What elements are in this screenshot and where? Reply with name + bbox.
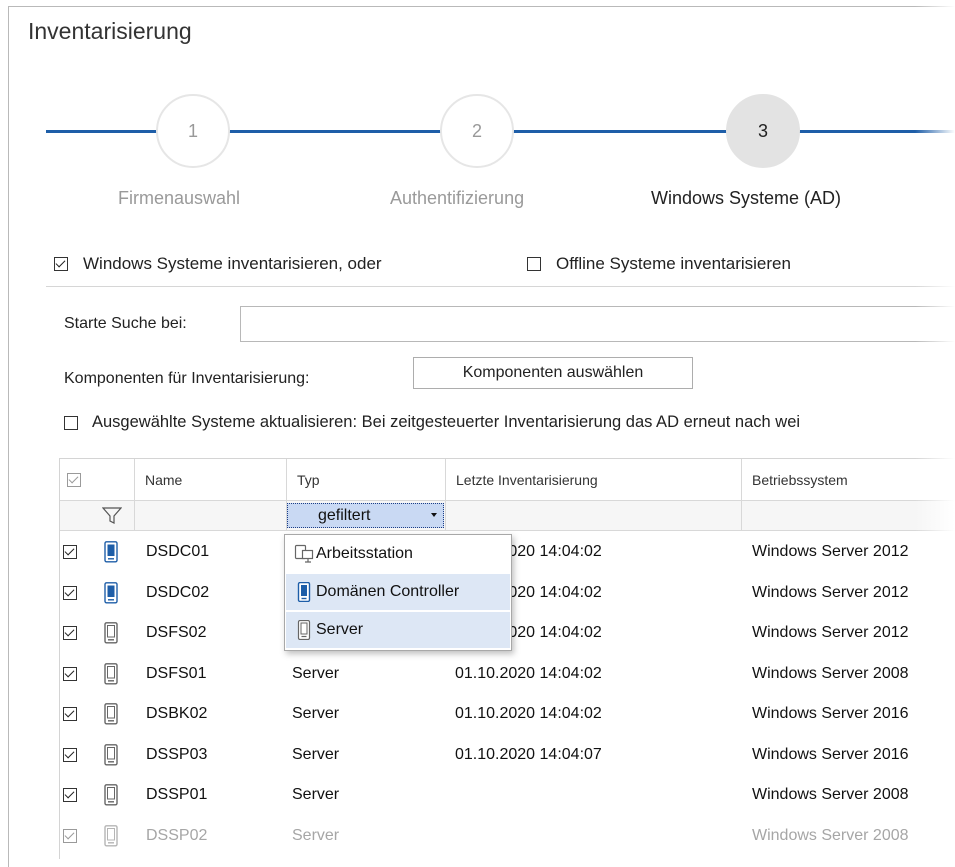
row-type: Server	[292, 786, 340, 804]
row-checkbox[interactable]	[63, 626, 77, 640]
filter-row-toggle[interactable]	[60, 501, 135, 531]
table-row[interactable]: DSBK02 Server 01.10.2020 14:04:02 Windows S…	[0, 694, 955, 735]
step-2-circle[interactable]: 2	[440, 94, 514, 168]
step-2-label: Authentifizierung	[390, 188, 525, 208]
select-components-button[interactable]: Komponenten auswählen	[413, 357, 693, 389]
menu-item-workstation[interactable]: Arbeitsstation	[286, 536, 510, 572]
row-name: DSSP02	[146, 827, 208, 845]
table-row[interactable]: DSSP03 Server 01.10.2020 14:04:07 Windows S…	[0, 735, 955, 776]
divider	[46, 286, 955, 287]
select-all-checkbox[interactable]	[67, 472, 81, 487]
row-os: Windows Server 2008	[752, 827, 909, 845]
chevron-down-icon	[431, 513, 437, 517]
row-type: Server	[292, 705, 340, 723]
select-all-header	[60, 459, 135, 501]
filter-last-cell[interactable]	[446, 501, 742, 531]
row-last-inventory	[455, 775, 735, 816]
menu-item-label: Domänen Controller	[316, 583, 460, 600]
menu-item-domain-controller[interactable]: Domänen Controller	[286, 574, 510, 610]
row-last-inventory: 01.10.2020 14:04:02	[455, 665, 602, 683]
search-start-label: Starte Suche bei:	[64, 315, 187, 332]
server-icon	[104, 703, 118, 725]
filter-os-cell[interactable]	[742, 501, 955, 531]
row-checkbox[interactable]	[63, 748, 77, 762]
row-name: DSDC01	[146, 543, 210, 561]
server-icon	[104, 622, 118, 644]
type-filter-dropdown[interactable]: gefiltert	[287, 503, 444, 528]
row-checkbox[interactable]	[63, 829, 77, 843]
row-name: DSBK02	[146, 705, 208, 723]
row-type: Server	[292, 746, 340, 764]
row-os: Windows Server 2016	[752, 705, 909, 723]
window-title: Inventarisierung	[28, 18, 192, 44]
row-type: Server	[292, 827, 340, 845]
inventory-windows-checkbox[interactable]	[54, 257, 68, 271]
filter-name-cell[interactable]	[135, 501, 287, 531]
row-name: DSSP01	[146, 786, 208, 804]
step-3-circle[interactable]: 3	[726, 94, 800, 168]
row-os: Windows Server 2012	[752, 543, 909, 561]
update-selected-label: Ausgewählte Systeme aktualisieren: Bei z…	[92, 413, 801, 431]
row-name: DSSP03	[146, 746, 208, 764]
row-os: Windows Server 2016	[752, 746, 909, 764]
components-label: Komponenten für Inventarisierung:	[64, 370, 310, 387]
search-start-input[interactable]	[240, 306, 955, 342]
row-os: Windows Server 2012	[752, 584, 909, 602]
row-name: DSFS01	[146, 665, 207, 683]
row-checkbox[interactable]	[63, 707, 77, 721]
domain-controller-icon	[104, 582, 118, 604]
update-selected-checkbox[interactable]	[64, 416, 78, 430]
step-3-label: Windows Systeme (AD)	[651, 188, 842, 208]
row-checkbox[interactable]	[63, 545, 77, 559]
menu-item-server[interactable]: Server	[286, 612, 510, 648]
step-1-label: Firmenauswahl	[118, 188, 241, 208]
row-os: Windows Server 2008	[752, 665, 909, 683]
type-filter-menu: Arbeitsstation Domänen Controller Server	[284, 534, 512, 651]
row-os: Windows Server 2012	[752, 624, 909, 642]
row-checkbox[interactable]	[63, 667, 77, 681]
filter-icon	[102, 506, 122, 524]
row-name: DSFS02	[146, 624, 207, 642]
menu-item-label: Server	[316, 621, 364, 638]
domain-controller-icon	[297, 582, 311, 602]
domain-controller-icon	[104, 541, 118, 563]
table-row[interactable]: DSSP01 Server Windows Server 2008	[0, 775, 955, 816]
server-icon	[104, 784, 118, 806]
inventory-offline-label: Offline Systeme inventarisieren	[556, 254, 791, 273]
row-last-inventory: 01.10.2020 14:04:07	[455, 746, 602, 764]
type-filter-value: gefiltert	[318, 506, 371, 524]
column-header-os[interactable]: Betriebssystem	[742, 459, 955, 501]
row-type: Server	[292, 665, 340, 683]
row-last-inventory: 01.10.2020 14:04:02	[455, 705, 602, 723]
column-header-type[interactable]: Typ	[287, 459, 446, 501]
server-icon	[104, 825, 118, 847]
server-icon	[104, 663, 118, 685]
server-icon	[297, 620, 311, 640]
row-checkbox[interactable]	[63, 586, 77, 600]
inventory-windows-label: Windows Systeme inventarisieren, oder	[83, 254, 382, 273]
row-os: Windows Server 2008	[752, 786, 909, 804]
column-header-last-inventory[interactable]: Letzte Inventarisierung	[446, 459, 742, 501]
row-name: DSDC02	[146, 584, 210, 602]
inventory-offline-checkbox[interactable]	[527, 257, 541, 271]
table-row[interactable]: DSFS01 Server 01.10.2020 14:04:02 Windows S…	[0, 654, 955, 695]
column-header-name[interactable]: Name	[135, 459, 287, 501]
server-icon	[104, 744, 118, 766]
table-row[interactable]: DSSP02 Server Windows Server 2008	[0, 816, 955, 857]
workstation-icon	[294, 544, 314, 563]
step-1-circle[interactable]: 1	[156, 94, 230, 168]
menu-item-label: Arbeitsstation	[316, 545, 413, 562]
row-last-inventory	[455, 816, 735, 857]
row-checkbox[interactable]	[63, 788, 77, 802]
